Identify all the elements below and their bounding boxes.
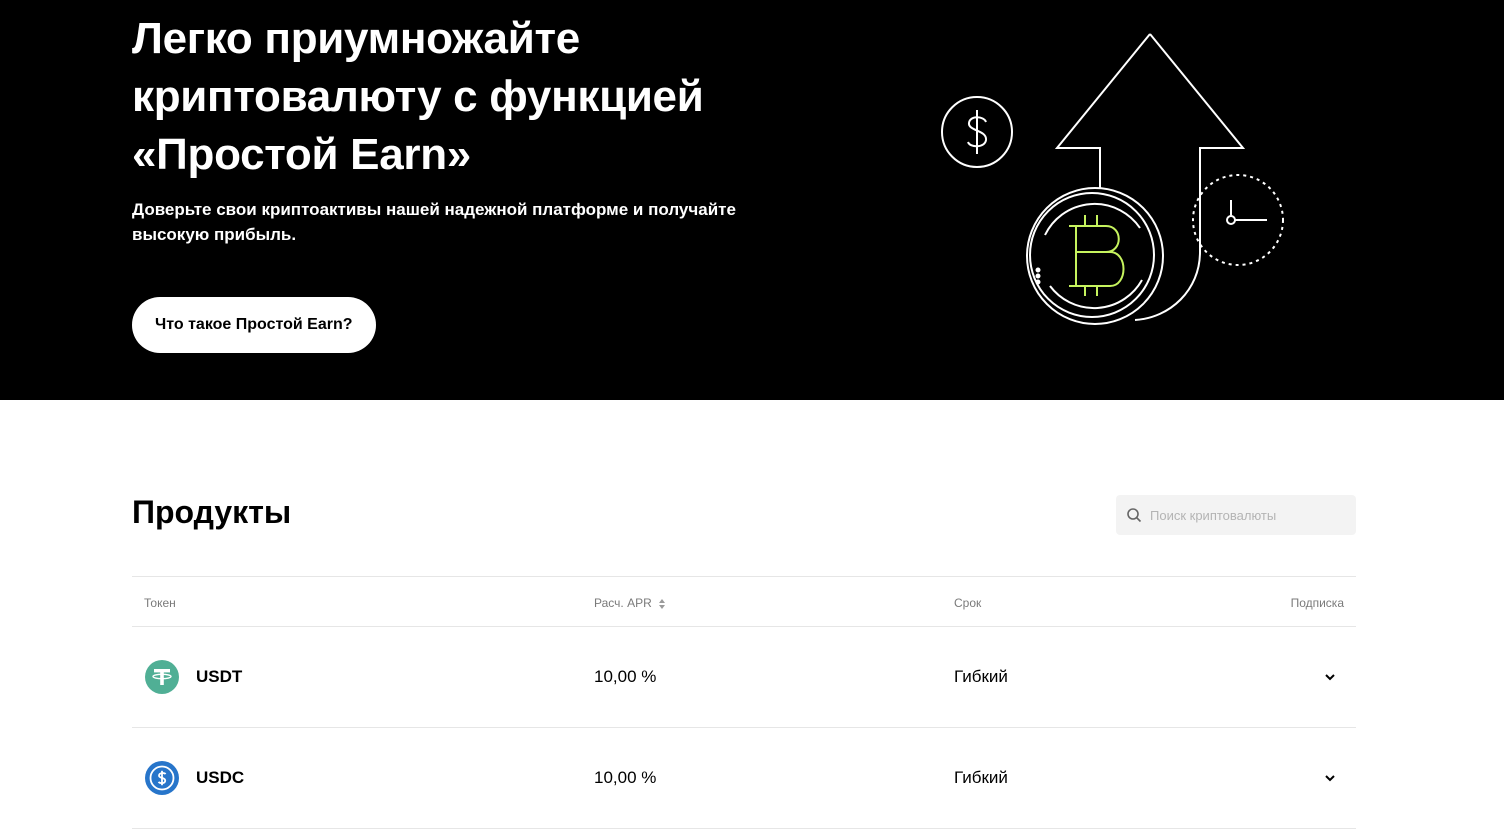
search-icon <box>1127 508 1142 523</box>
bitcoin-coin-icon <box>1026 187 1164 325</box>
hero-title: Легко приумножайте криптовалюту с функци… <box>132 10 832 184</box>
hero-title-line: «Простой Earn» <box>132 130 471 179</box>
earn-illustration <box>941 33 1284 325</box>
hero-subtitle-line: Доверьте свои криптоактивы нашей надежно… <box>132 200 736 219</box>
table-row[interactable]: USDT 10,00 % Гибкий <box>132 627 1356 728</box>
dollar-coin-icon <box>941 96 1013 168</box>
column-header-token: Токен <box>144 596 176 610</box>
apr-value: 10,00 % <box>594 768 657 787</box>
usdt-icon <box>145 660 179 694</box>
table-header: Токен Расч. APR Срок Подписка <box>132 576 1356 627</box>
hero-title-line: Легко приумножайте <box>132 14 580 63</box>
hero-banner: Легко приумножайте криптовалюту с функци… <box>0 0 1504 400</box>
term-value: Гибкий <box>954 667 1008 686</box>
token-name: USDT <box>196 667 243 686</box>
what-is-simple-earn-button[interactable]: Что такое Простой Earn? <box>132 297 376 353</box>
sort-icon[interactable] <box>658 598 666 610</box>
usdc-icon <box>145 761 179 795</box>
column-header-apr[interactable]: Расч. APR <box>594 596 666 610</box>
term-value: Гибкий <box>954 768 1008 787</box>
column-header-subscription: Подписка <box>1290 596 1344 610</box>
column-header-term: Срок <box>954 596 982 610</box>
table-row[interactable]: USDC 10,00 % Гибкий <box>132 728 1356 829</box>
hero-subtitle: Доверьте свои криптоактивы нашей надежно… <box>132 197 792 247</box>
apr-value: 10,00 % <box>594 667 657 686</box>
chevron-down-icon[interactable] <box>1320 667 1340 687</box>
clock-icon <box>1192 174 1284 266</box>
hero-title-line: криптовалюту с функцией <box>132 72 704 121</box>
search-input[interactable] <box>1150 495 1346 535</box>
hero-subtitle-line: высокую прибыль. <box>132 225 297 244</box>
column-header-apr-label: Расч. APR <box>594 596 652 610</box>
products-table: Токен Расч. APR Срок Подписка USDT 10,00… <box>132 576 1356 829</box>
token-name: USDC <box>196 768 245 787</box>
chevron-down-icon[interactable] <box>1320 768 1340 788</box>
products-heading: Продукты <box>132 494 292 530</box>
crypto-search[interactable] <box>1116 495 1356 535</box>
